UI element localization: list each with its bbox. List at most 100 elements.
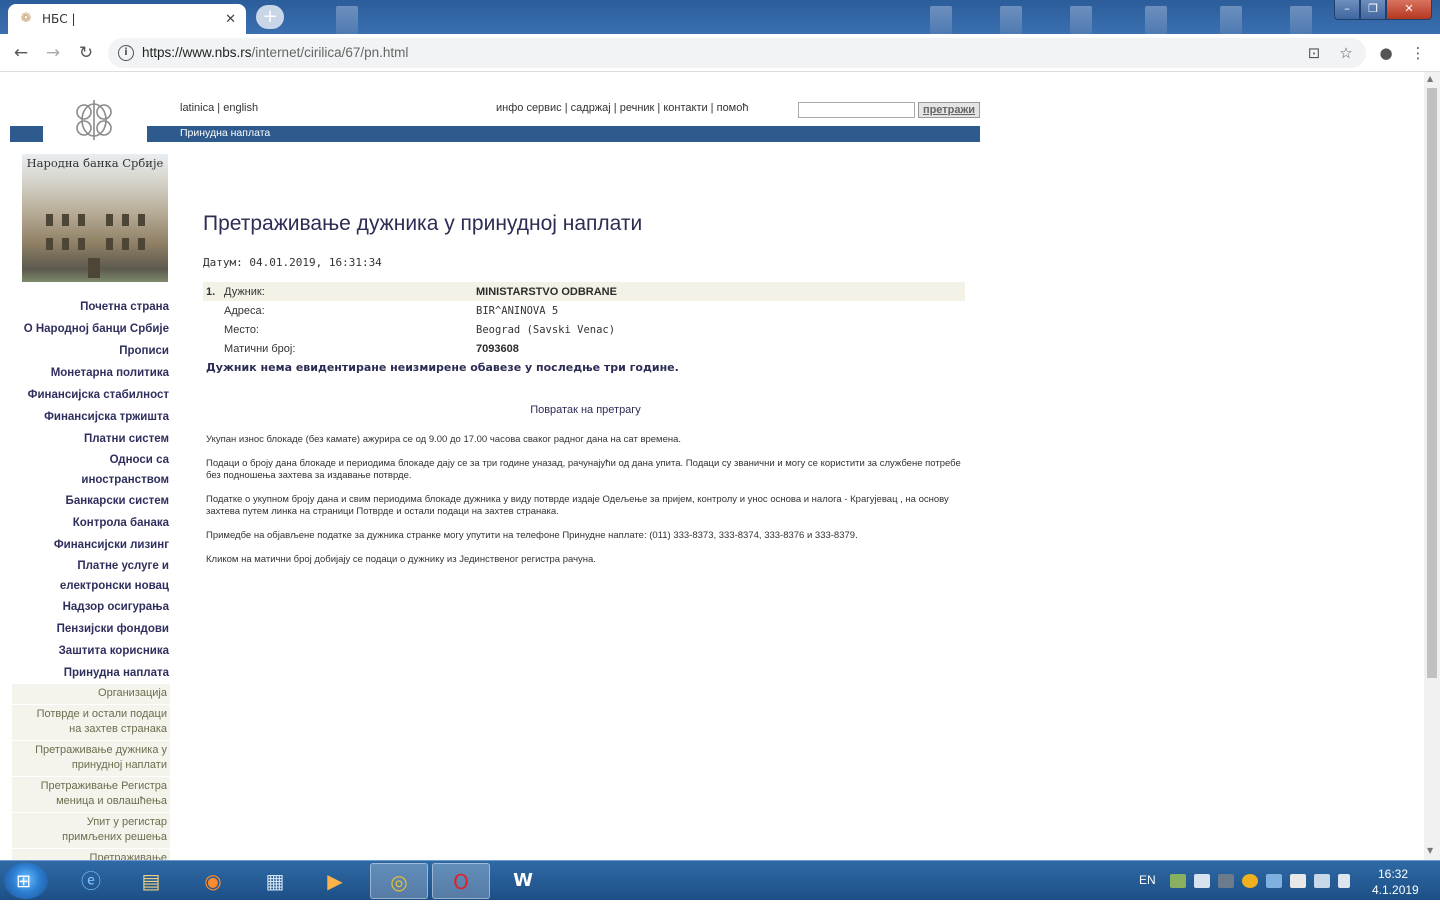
sidebar-item[interactable]: Финансијска стабилност: [10, 384, 170, 406]
address-url[interactable]: https://www.nbs.rs/internet/cirilica/67/…: [142, 45, 408, 60]
debtor-result-table: 1. Дужник: MINISTARSTVO ODBRANE Адреса: …: [203, 282, 965, 358]
sidebar-subitem[interactable]: Претраживање дужника у принудној наплати: [12, 741, 170, 777]
result-number: 1.: [203, 282, 221, 301]
back-to-search-link[interactable]: Повратак на претрагу: [530, 404, 641, 416]
link-info-service[interactable]: инфо сервис: [496, 102, 562, 114]
reload-icon[interactable]: ↻: [75, 42, 97, 64]
browser-tab[interactable]: ❁ НБС | ✕: [8, 4, 246, 34]
sidebar-subitem[interactable]: Претраживање: [12, 849, 170, 860]
tray-app-icon[interactable]: [1218, 874, 1234, 888]
bank-building-image: Народна банка Србије: [22, 154, 168, 282]
desktop-decoration: [1070, 6, 1092, 34]
network-icon[interactable]: [1314, 874, 1330, 888]
opera-icon[interactable]: O: [432, 863, 490, 899]
table-row: Матични број: 7093608: [203, 339, 965, 358]
sidebar-item[interactable]: Монетарна политика: [10, 362, 170, 384]
window-minimize-button[interactable]: –: [1334, 0, 1360, 20]
back-arrow-icon[interactable]: ←: [10, 42, 32, 64]
lang-latin-link[interactable]: latinica: [180, 102, 214, 114]
volume-icon[interactable]: [1338, 874, 1350, 888]
link-help[interactable]: помоћ: [717, 102, 749, 114]
start-button[interactable]: ⊞: [4, 863, 48, 899]
info-paragraph: Укупан износ блокаде (без камате) ажурир…: [206, 434, 682, 445]
sidebar-item[interactable]: Прописи: [10, 340, 170, 362]
info-paragraph: Податке о укупном броју дана и свим пери…: [206, 494, 949, 517]
sidebar-item[interactable]: Платни систем: [10, 428, 170, 450]
link-dictionary[interactable]: речник: [620, 102, 655, 114]
action-center-flag-icon[interactable]: [1290, 874, 1306, 888]
sidebar-subitem[interactable]: Упит у регистар примљених решења: [12, 813, 170, 849]
sidebar-item[interactable]: Банкарски систем: [10, 490, 170, 512]
web-page: latinica | english инфо сервис | садржај…: [0, 72, 1424, 860]
page-scrollbar[interactable]: ▲ ▼: [1424, 72, 1440, 860]
window-close-button[interactable]: ✕: [1386, 0, 1432, 20]
window-maximize-button[interactable]: ❐: [1360, 0, 1386, 20]
profile-icon[interactable]: ●: [1376, 43, 1396, 63]
menu-dots-icon[interactable]: ⋮: [1408, 43, 1428, 63]
sidebar-item[interactable]: Почетна страна: [10, 296, 170, 318]
browser-titlebar: ❁ НБС | ✕ + – ❐ ✕: [0, 0, 1440, 34]
site-info-icon[interactable]: i: [118, 45, 134, 61]
sidebar-subitem[interactable]: Претраживање Регистра меница и овлашћења: [12, 777, 170, 813]
address-label: Адреса:: [224, 304, 265, 317]
place-value: Beograd (Savski Venac): [476, 323, 616, 336]
registration-number-label: Матични број:: [224, 342, 296, 355]
sidebar-item[interactable]: Контрола банака: [10, 512, 170, 534]
bookmark-star-icon[interactable]: ☆: [1336, 43, 1356, 63]
tab-title: НБС |: [42, 12, 76, 26]
sidebar-item[interactable]: Платне услуге и електронски новац: [10, 556, 170, 596]
translate-icon[interactable]: ⊡: [1304, 43, 1324, 63]
sidebar-item[interactable]: Пензијски фондови: [10, 618, 170, 640]
word-icon[interactable]: W: [494, 863, 552, 899]
firefox-icon[interactable]: ◉: [184, 863, 242, 899]
link-contents[interactable]: садржај: [571, 102, 611, 114]
tray-app-icon[interactable]: [1170, 874, 1186, 888]
sidebar-item[interactable]: О Народној банци Србије: [10, 318, 170, 340]
windows-taskbar: ⊞ ⓔ ▤ ◉ ▦ ▶ ◎ O W EN 16:32 4.1.2019: [0, 860, 1440, 900]
site-search-button[interactable]: претражи: [918, 102, 980, 118]
header-bar-left: [10, 126, 43, 142]
control-panel-icon[interactable]: ▦: [246, 863, 304, 899]
sidebar-item[interactable]: Односи са иностранством: [10, 450, 170, 490]
sidebar-subitem[interactable]: Организација: [12, 684, 170, 705]
table-row: 1. Дужник: MINISTARSTVO ODBRANE: [203, 282, 965, 301]
tab-close-icon[interactable]: ✕: [225, 12, 236, 27]
page-title: Претраживање дужника у принудној наплати: [203, 212, 643, 235]
tray-app-icon[interactable]: [1266, 874, 1282, 888]
input-language[interactable]: EN: [1139, 873, 1156, 913]
clock[interactable]: 16:32 4.1.2019: [1372, 866, 1419, 906]
sidebar-item-active[interactable]: Принудна наплата: [10, 662, 170, 684]
scroll-up-icon[interactable]: ▲: [1427, 74, 1433, 83]
info-paragraph: Подаци о броју дана блокаде и периодима …: [206, 458, 961, 481]
site-search-input[interactable]: [798, 102, 915, 118]
clock-date: 4.1.2019: [1372, 883, 1419, 897]
tray-warning-icon[interactable]: [1242, 874, 1258, 888]
address-bar[interactable]: i https://www.nbs.rs/internet/cirilica/6…: [108, 38, 1366, 68]
sidebar-item[interactable]: Заштита корисника: [10, 640, 170, 662]
nbs-favicon-icon: ❁: [20, 11, 32, 26]
desktop-decoration: [1145, 6, 1167, 34]
internet-explorer-icon[interactable]: ⓔ: [62, 863, 120, 899]
link-contacts[interactable]: контакти: [663, 102, 707, 114]
scroll-down-icon[interactable]: ▼: [1427, 846, 1433, 855]
registration-number-link[interactable]: 7093608: [473, 339, 965, 358]
forward-arrow-icon[interactable]: →: [42, 42, 64, 64]
tray-app-icon[interactable]: [1194, 874, 1210, 888]
sidebar-item[interactable]: Надзор осигурања: [10, 596, 170, 618]
new-tab-button[interactable]: +: [256, 5, 284, 29]
lang-english-link[interactable]: english: [223, 102, 258, 114]
sidebar-subitem[interactable]: Потврде и остали подаци на захтев страна…: [12, 705, 170, 741]
info-paragraph: Примедбе на објављене податке за дужника…: [206, 530, 858, 541]
media-player-icon[interactable]: ▶: [306, 863, 364, 899]
sidebar-item[interactable]: Финансијска тржишта: [10, 406, 170, 428]
top-links: инфо сервис | садржај | речник | контакт…: [496, 102, 749, 114]
place-label: Место:: [224, 323, 259, 336]
chrome-icon[interactable]: ◎: [370, 863, 428, 899]
sidebar-menu: Почетна страна О Народној банци Србије П…: [10, 296, 170, 860]
table-row: Место: Beograd (Savski Venac): [203, 320, 965, 339]
scrollbar-thumb[interactable]: [1427, 88, 1437, 678]
section-bar: Принудна наплата: [147, 126, 980, 142]
file-explorer-icon[interactable]: ▤: [122, 863, 180, 899]
query-date: Датум: 04.01.2019, 16:31:34: [203, 256, 382, 269]
sidebar-item[interactable]: Финансијски лизинг: [10, 534, 170, 556]
